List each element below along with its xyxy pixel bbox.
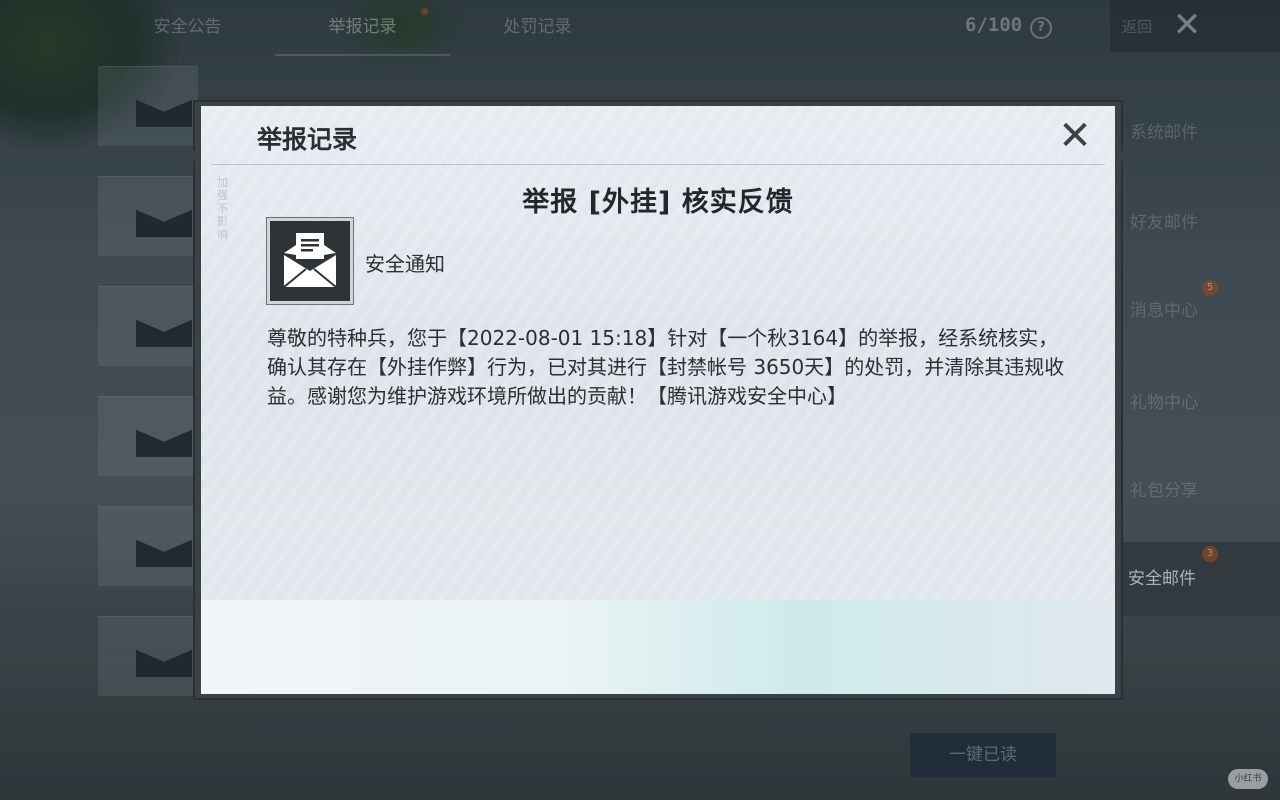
dialog-title: 举报记录: [257, 125, 358, 154]
dialog-bottom-band: [201, 600, 1115, 694]
dialog-header-divider: [211, 164, 1105, 165]
report-record-dialog: 举报记录 ✕ 加强不影响 举报 [外挂] 核实反馈 安全通知 尊敬的特种兵，您于…: [189, 100, 1127, 700]
notice-title: 举报 [外挂] 核实反馈: [522, 187, 794, 218]
dialog-content: 举报记录 ✕ 加强不影响 举报 [外挂] 核实反馈 安全通知 尊敬的特种兵，您于…: [201, 106, 1115, 694]
open-envelope-icon: [266, 217, 354, 305]
dialog-notch-left: [189, 146, 199, 166]
dialog-notch-right: [1117, 146, 1127, 166]
dialog-close-icon[interactable]: ✕: [1055, 116, 1095, 156]
notice-body-text: 尊敬的特种兵，您于【2022-08-01 15:18】针对【一个秋3164】的举…: [267, 326, 1065, 408]
notice-sender-label: 安全通知: [365, 252, 445, 276]
